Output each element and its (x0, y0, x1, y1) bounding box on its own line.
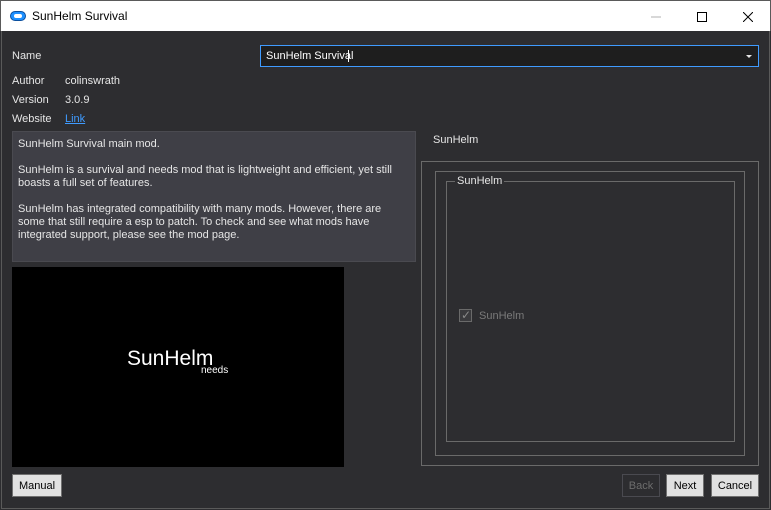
close-button[interactable] (725, 1, 771, 32)
version-label: Version (12, 94, 49, 106)
preview-image: SunHelm needs (12, 267, 344, 467)
maximize-button[interactable] (679, 1, 725, 32)
name-combobox-value: SunHelm Survival (266, 50, 354, 62)
description-paragraph: SunHelm is a survival and needs mod that… (18, 164, 392, 189)
name-combobox[interactable]: SunHelm Survival (260, 45, 759, 67)
app-logo-icon (10, 11, 26, 21)
minimize-button[interactable] (633, 1, 679, 32)
version-value: 3.0.9 (65, 94, 90, 106)
sunhelm-checkbox[interactable]: ✓ (459, 308, 472, 322)
window-title: SunHelm Survival (32, 9, 128, 23)
website-label: Website (12, 113, 52, 125)
inner-group-title: SunHelm (455, 175, 505, 187)
website-link[interactable]: Link (65, 113, 85, 125)
maximize-icon (697, 11, 707, 22)
back-button[interactable]: Back (622, 474, 660, 497)
description-paragraph: SunHelm has integrated compatibility wit… (18, 203, 382, 241)
preview-logo-subtext: needs (201, 365, 229, 376)
description-paragraph: SunHelm Survival main mod. (18, 138, 160, 150)
chevron-down-icon[interactable] (746, 55, 752, 58)
name-label: Name (12, 50, 42, 62)
author-label: Author (12, 75, 45, 87)
description-box[interactable]: SunHelm Survival main mod. SunHelm is a … (12, 131, 416, 262)
author-value: colinswrath (65, 75, 121, 87)
sunhelm-checkbox-label[interactable]: SunHelm (479, 310, 524, 322)
next-button[interactable]: Next (666, 474, 704, 497)
checkmark-icon: ✓ (461, 308, 472, 322)
minimize-icon (651, 16, 661, 17)
manual-button[interactable]: Manual (12, 474, 62, 497)
text-caret (348, 50, 349, 62)
close-icon (743, 11, 753, 22)
outer-group-title: SunHelm (431, 134, 481, 146)
cancel-button[interactable]: Cancel (711, 474, 759, 497)
title-bar[interactable]: SunHelm Survival (0, 0, 771, 31)
